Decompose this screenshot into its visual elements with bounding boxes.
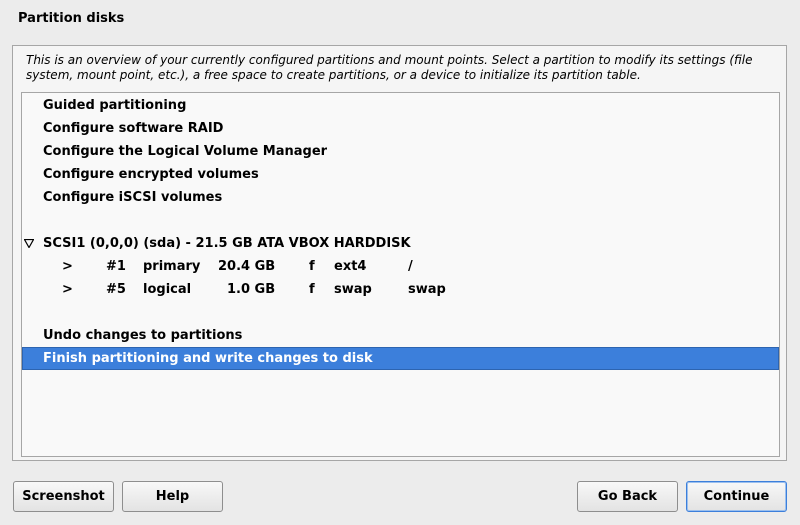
partition-panel: This is an overview of your currently co… [12,45,787,461]
partition-size: 1.0 GB [227,282,276,297]
menu-item-label: Configure encrypted volumes [43,167,259,182]
partition-size: 20.4 GB [218,259,276,274]
disk-label: SCSI1 (0,0,0) (sda) - 21.5 GB ATA VBOX H… [43,236,411,251]
partition-mount-point: / [408,259,413,274]
configure-iscsi-item[interactable]: Configure iSCSI volumes [22,186,779,209]
action-label: Finish partitioning and write changes to… [43,351,373,366]
partition-format-flag: f [309,259,315,274]
partition-type: primary [143,259,201,274]
partition-row[interactable]: > #1 primary 20.4 GB f ext4 / [22,255,779,278]
overview-description: This is an overview of your currently co… [26,53,753,82]
continue-button[interactable]: Continue [686,481,787,512]
configure-lvm-item[interactable]: Configure the Logical Volume Manager [22,140,779,163]
menu-item-label: Configure software RAID [43,121,224,136]
partition-mount-point: swap [408,282,446,297]
partition-arrow: > [62,282,73,297]
screenshot-button[interactable]: Screenshot [13,481,114,512]
partition-list[interactable]: Guided partitioning Configure software R… [21,92,780,457]
partition-number: #1 [106,259,126,274]
action-label: Undo changes to partitions [43,328,243,343]
guided-partitioning-item[interactable]: Guided partitioning [22,94,779,117]
disk-sda-item[interactable]: SCSI1 (0,0,0) (sda) - 21.5 GB ATA VBOX H… [22,232,779,255]
undo-changes-item[interactable]: Undo changes to partitions [22,324,779,347]
menu-item-label: Guided partitioning [43,98,187,113]
partition-filesystem: ext4 [334,259,367,274]
window-title: Partition disks [18,11,125,26]
configure-raid-item[interactable]: Configure software RAID [22,117,779,140]
menu-item-label: Configure the Logical Volume Manager [43,144,328,159]
partition-filesystem: swap [334,282,372,297]
partition-row[interactable]: > #5 logical 1.0 GB f swap swap [22,278,779,301]
partition-type: logical [143,282,192,297]
expand-triangle-icon[interactable] [24,239,34,248]
partition-arrow: > [62,259,73,274]
partition-format-flag: f [309,282,315,297]
partition-number: #5 [106,282,126,297]
configure-encrypted-item[interactable]: Configure encrypted volumes [22,163,779,186]
go-back-button[interactable]: Go Back [577,481,678,512]
finish-partitioning-item[interactable]: Finish partitioning and write changes to… [22,347,779,370]
menu-item-label: Configure iSCSI volumes [43,190,223,205]
help-button[interactable]: Help [122,481,223,512]
